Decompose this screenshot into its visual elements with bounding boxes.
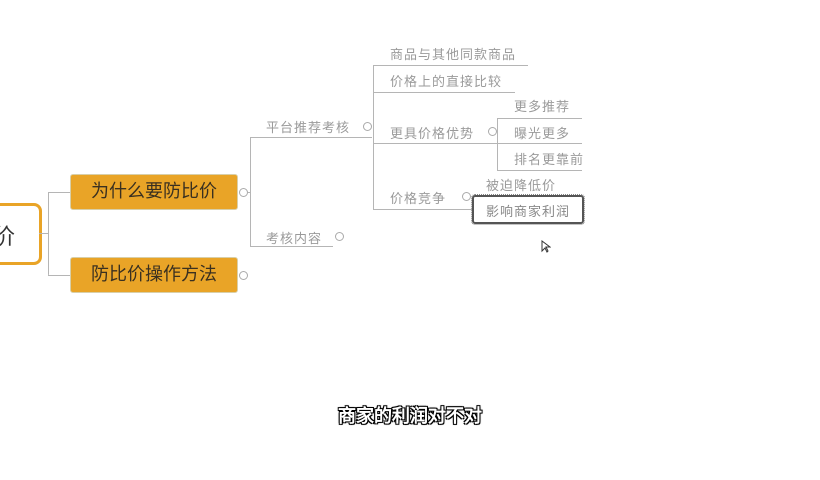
topic-forced-price-cut[interactable]: 被迫降低价 <box>486 175 556 194</box>
collapse-toggle-icon[interactable] <box>363 122 372 131</box>
collapse-toggle-icon[interactable] <box>239 188 248 197</box>
mouse-cursor-icon <box>541 240 551 253</box>
expand-toggle-icon[interactable] <box>335 232 344 241</box>
topic-review-content[interactable]: 考核内容 <box>266 228 322 247</box>
topic-compare-products[interactable]: 商品与其他同款商品 <box>390 44 516 63</box>
video-subtitle: 商家的利润对不对 <box>338 406 482 427</box>
topic-more-exposure[interactable]: 曝光更多 <box>514 123 570 142</box>
topic-price-advantage[interactable]: 更具价格优势 <box>390 123 474 142</box>
collapse-toggle-icon[interactable] <box>462 192 471 201</box>
topic-platform-review[interactable]: 平台推荐考核 <box>266 117 350 136</box>
topic-more-recommend[interactable]: 更多推荐 <box>514 96 570 115</box>
topic-affect-profit[interactable]: 影响商家利润 <box>486 201 570 220</box>
expand-toggle-icon[interactable] <box>239 271 248 280</box>
central-topic-label: 价 <box>0 225 15 250</box>
collapse-toggle-icon[interactable] <box>488 127 497 136</box>
topic-direct-price-compare[interactable]: 价格上的直接比较 <box>390 71 502 90</box>
topic-why-prevent-price-comparison[interactable]: 为什么要防比价 <box>70 174 238 210</box>
topic-price-competition[interactable]: 价格竞争 <box>390 188 446 207</box>
topic-prevention-methods[interactable]: 防比价操作方法 <box>70 257 238 293</box>
central-topic[interactable]: 价 <box>0 203 42 265</box>
topic-higher-rank[interactable]: 排名更靠前 <box>514 149 584 168</box>
